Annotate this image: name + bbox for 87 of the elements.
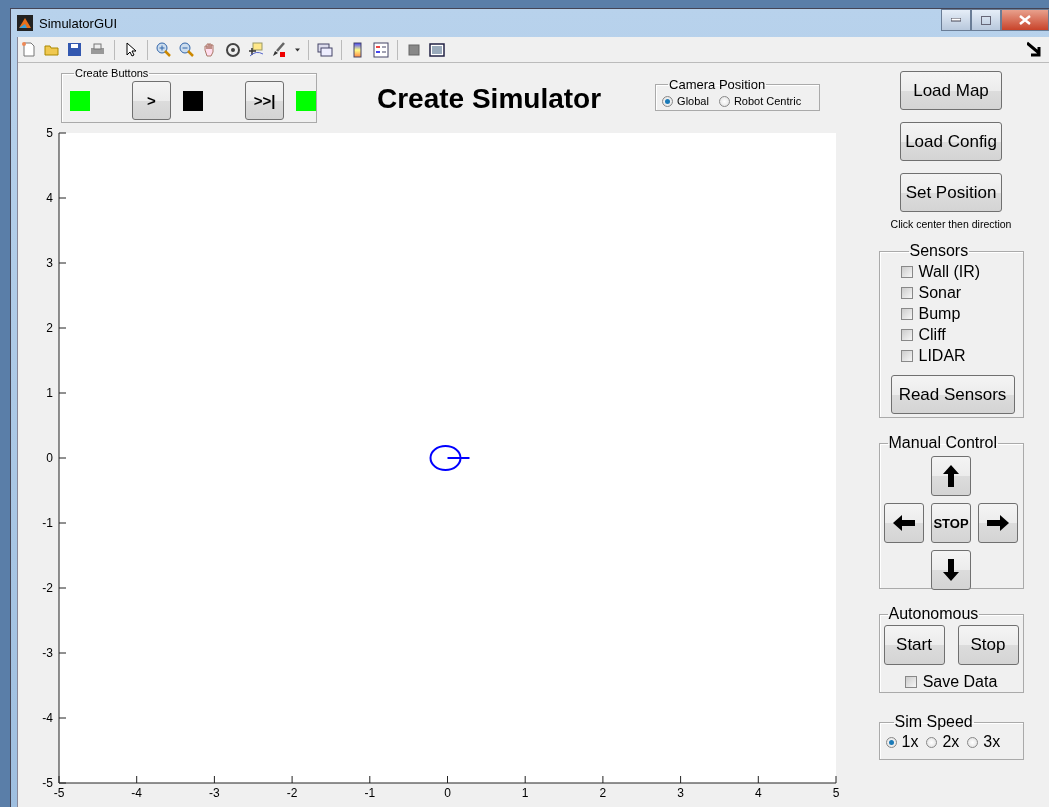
- up-arrow-icon: [943, 465, 959, 487]
- x-tick-label: -1: [364, 786, 376, 800]
- checkbox-label: Save Data: [922, 673, 998, 691]
- maximize-icon: [981, 15, 991, 25]
- y-tick-label: 5: [46, 126, 53, 140]
- checkbox[interactable]: [900, 265, 913, 278]
- checkbox[interactable]: [900, 349, 913, 362]
- app-icon: [17, 15, 33, 31]
- zoom-out-icon[interactable]: [178, 40, 196, 59]
- checkbox-label: Sonar: [918, 283, 962, 302]
- down-arrow-icon: [943, 559, 959, 581]
- right-arrow-icon: [987, 515, 1009, 531]
- stop-button[interactable]: Stop: [957, 625, 1019, 665]
- window-title: SimulatorGUI: [39, 15, 118, 31]
- y-tick-label: 3: [46, 256, 53, 270]
- y-tick-label: 1: [46, 386, 53, 400]
- x-tick-label: 1: [521, 786, 529, 800]
- action-button[interactable]: Load Map: [900, 71, 1002, 110]
- action-button[interactable]: Load Config: [900, 122, 1002, 161]
- radio-button[interactable]: [885, 736, 897, 748]
- checkbox[interactable]: [900, 328, 913, 341]
- y-tick-label: 0: [46, 451, 53, 465]
- x-tick-label: 4: [754, 786, 762, 800]
- x-tick-label: 0: [444, 786, 451, 800]
- x-tick-label: -3: [209, 786, 220, 800]
- y-tick-label: -2: [42, 581, 53, 595]
- checkbox-label: LIDAR: [918, 346, 966, 365]
- radio-button[interactable]: [662, 95, 674, 107]
- x-tick-label: -2: [286, 786, 298, 800]
- panel-title: Autonomous: [887, 605, 980, 623]
- x-tick-label: -5: [53, 786, 65, 800]
- checkbox-label: Cliff: [918, 325, 946, 344]
- linked-windows-icon[interactable]: [316, 40, 334, 59]
- radio-label: Robot Centric: [733, 95, 802, 107]
- forward-button[interactable]: [931, 456, 971, 496]
- x-tick-label: -4: [131, 786, 143, 800]
- radio-label: Global: [677, 95, 709, 107]
- left-button[interactable]: [884, 503, 924, 543]
- backward-button[interactable]: [931, 550, 971, 590]
- checkbox-label: Bump: [918, 304, 961, 323]
- x-tick-label: 3: [677, 786, 684, 800]
- read-sensors-button[interactable]: Read Sensors: [890, 375, 1015, 414]
- x-tick-label: 2: [599, 786, 607, 800]
- hint-text: Click center then direction: [890, 218, 1012, 230]
- y-tick-label: 4: [46, 191, 53, 205]
- minimize-icon: [951, 18, 961, 22]
- x-tick-label: 5: [832, 786, 840, 800]
- left-arrow-icon: [893, 515, 915, 531]
- step-button[interactable]: >: [132, 81, 171, 120]
- new-file-icon[interactable]: [20, 40, 38, 59]
- right-button[interactable]: [978, 503, 1018, 543]
- y-tick-label: -4: [42, 711, 53, 725]
- radio-label: 2x: [942, 733, 960, 751]
- data-cursor-icon[interactable]: [247, 40, 265, 59]
- minimize-button[interactable]: [941, 9, 971, 31]
- radio-button[interactable]: [926, 736, 938, 748]
- panel-title: Camera Position: [668, 77, 767, 92]
- panel-title: Sim Speed: [893, 713, 974, 731]
- zoom-in-icon[interactable]: [155, 40, 173, 59]
- step-button[interactable]: >>|: [245, 81, 284, 120]
- checkbox[interactable]: [900, 307, 913, 320]
- close-button[interactable]: [1001, 9, 1049, 31]
- start-button[interactable]: Start: [883, 625, 945, 665]
- close-icon: [1019, 15, 1031, 25]
- rotate-icon[interactable]: [224, 40, 242, 59]
- panel-title: Create Buttons: [74, 67, 150, 79]
- y-tick-label: -3: [42, 646, 53, 660]
- action-button[interactable]: Set Position: [900, 173, 1002, 212]
- checkbox[interactable]: [904, 676, 917, 688]
- panel-title: Sensors: [908, 242, 970, 260]
- app-heading: Create Simulator: [377, 83, 602, 115]
- window-frame-icon[interactable]: [428, 40, 446, 59]
- y-tick-label: -5: [42, 776, 53, 790]
- checkbox-label: Wall (IR): [918, 262, 981, 281]
- maximize-button[interactable]: [971, 9, 1001, 31]
- radio-label: 1x: [901, 733, 919, 751]
- panel-title: Manual Control: [887, 434, 998, 452]
- radio-label: 3x: [983, 733, 1001, 751]
- radio-button[interactable]: [718, 95, 730, 107]
- radio-button[interactable]: [967, 736, 979, 748]
- y-tick-label: 2: [46, 321, 53, 335]
- brush-icon[interactable]: [270, 40, 288, 59]
- y-tick-label: -1: [42, 516, 53, 530]
- legend-icon[interactable]: [372, 40, 390, 59]
- stop-button[interactable]: STOP: [931, 503, 971, 543]
- save-icon[interactable]: [66, 40, 84, 59]
- checkbox[interactable]: [900, 286, 913, 299]
